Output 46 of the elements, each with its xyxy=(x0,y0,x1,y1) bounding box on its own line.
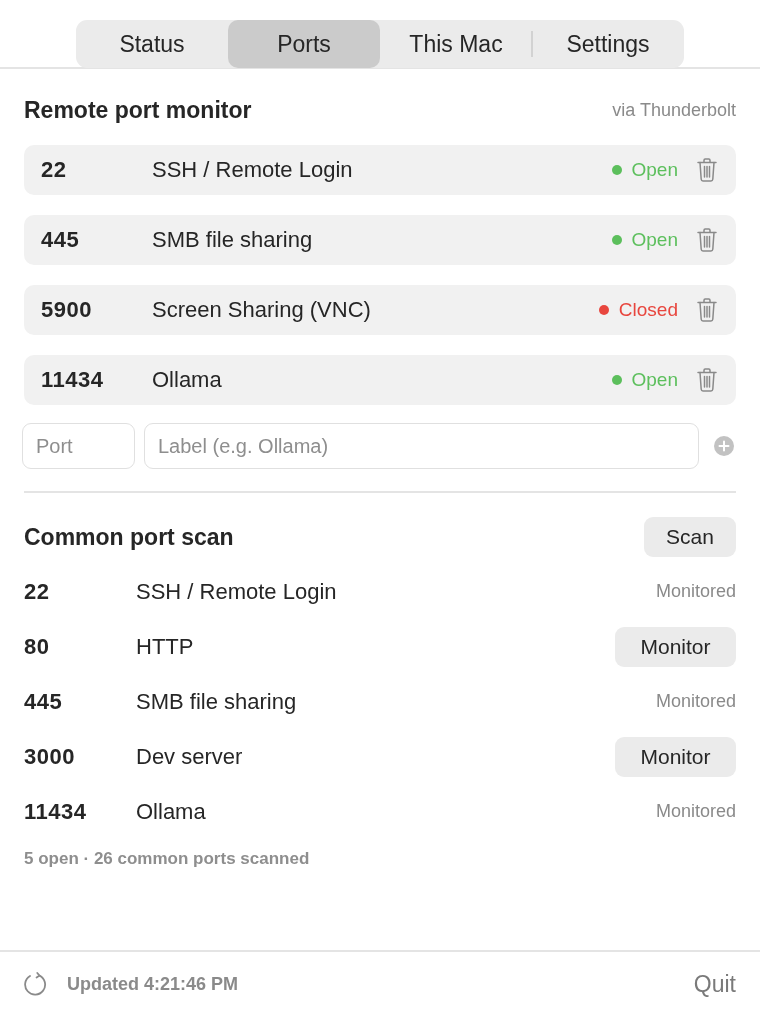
quit-button[interactable]: Quit xyxy=(693,970,736,998)
port-number: 5900 xyxy=(41,297,93,323)
port-label: SMB file sharing xyxy=(152,227,314,253)
tab[interactable]: Status xyxy=(76,20,228,68)
trash-icon[interactable] xyxy=(697,368,717,392)
port-number: 3000 xyxy=(24,743,76,770)
trash-icon[interactable] xyxy=(697,158,717,182)
port-input-field[interactable]: Port xyxy=(22,423,135,469)
port-number: 80 xyxy=(24,633,51,660)
monitored-label: Monitored xyxy=(655,581,736,602)
section-title: Remote port monitor xyxy=(24,96,252,124)
trash-icon[interactable] xyxy=(697,298,717,322)
monitor-button[interactable]: Monitor xyxy=(615,626,736,667)
port-number: 445 xyxy=(41,227,81,253)
status-label: Open xyxy=(631,159,678,181)
port-number: 11434 xyxy=(24,798,88,825)
port-number: 22 xyxy=(41,157,68,183)
status-label: Open xyxy=(631,369,678,391)
refresh-icon[interactable] xyxy=(24,972,48,996)
trash-icon[interactable] xyxy=(697,228,717,252)
updated-time: Updated 4:21:46 PM xyxy=(67,973,240,995)
label-input-field[interactable]: Label (e.g. Ollama) xyxy=(144,423,699,469)
monitored-label: Monitored xyxy=(655,691,736,712)
scan-summary: 5 open · 26 common ports scanned xyxy=(24,849,311,869)
port-label: SSH / Remote Login xyxy=(136,578,338,605)
port-number: 11434 xyxy=(41,367,105,393)
monitor-button[interactable]: Monitor xyxy=(615,736,736,777)
port-label: SSH / Remote Login xyxy=(152,157,354,183)
section-title: Common port scan xyxy=(24,523,234,551)
add-icon[interactable] xyxy=(714,436,734,456)
port-label: Ollama xyxy=(152,367,223,393)
port-label: Screen Sharing (VNC) xyxy=(152,297,372,323)
scan-button[interactable]: Scan xyxy=(644,517,736,557)
port-number: 22 xyxy=(24,578,51,605)
port-number: 445 xyxy=(24,688,64,715)
tab[interactable]: Ports xyxy=(228,20,380,68)
tab[interactable]: This Mac xyxy=(380,20,532,68)
port-label: SMB file sharing xyxy=(136,688,298,715)
monitored-label: Monitored xyxy=(655,801,736,822)
port-label: HTTP xyxy=(136,633,195,660)
status-label: Closed xyxy=(618,299,678,321)
port-label: Ollama xyxy=(136,798,207,825)
port-label: Dev server xyxy=(136,743,244,770)
connection-label: via Thunderbolt xyxy=(612,99,736,121)
status-label: Open xyxy=(631,229,678,251)
tab[interactable]: Settings xyxy=(532,20,684,68)
